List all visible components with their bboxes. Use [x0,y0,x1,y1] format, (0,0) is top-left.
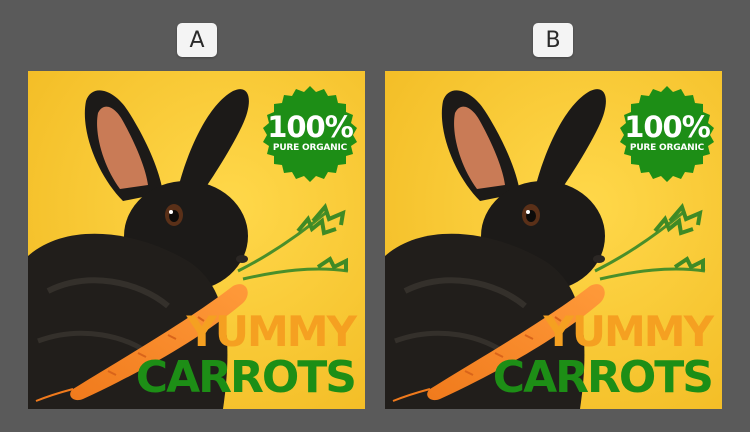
variant-a-image[interactable]: 100% PURE ORGANIC YUMMY CARROTS [28,71,365,409]
variant-b-image[interactable]: 100% PURE ORGANIC YUMMY CARROTS [385,71,722,409]
variant-b-label: B [533,23,573,57]
seal-subtitle-text: PURE ORGANIC [272,143,348,153]
headline-yummy: YUMMY [543,307,714,356]
variant-a-label: A [177,23,217,57]
headline-carrots: CARROTS [492,352,714,403]
organic-seal: 100% PURE ORGANIC [261,84,359,182]
seal-percent-text: 100% [624,110,711,144]
seal-percent-text: 100% [267,110,354,144]
headline-carrots: CARROTS [135,352,357,403]
headline-yummy: YUMMY [186,307,357,356]
organic-seal: 100% PURE ORGANIC [618,84,716,182]
seal-subtitle-text: PURE ORGANIC [629,143,705,153]
